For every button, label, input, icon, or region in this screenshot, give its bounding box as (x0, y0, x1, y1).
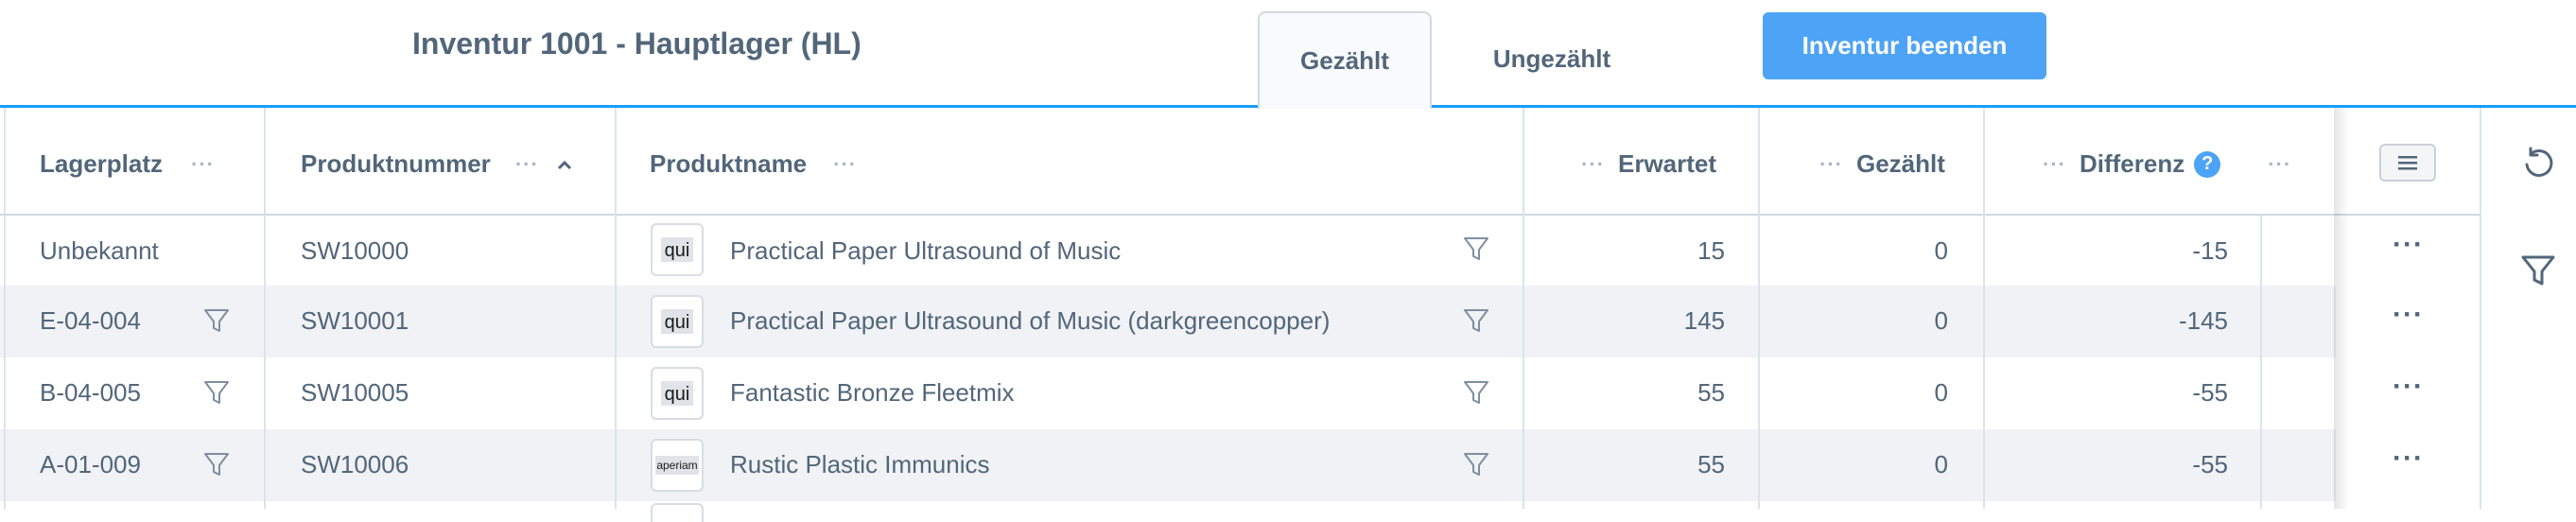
table-header-row: Lagerplatz ··· Produktnummer ··· Produkt… (0, 108, 2481, 216)
column-menu-icon[interactable]: ··· (515, 152, 539, 177)
column-label: Differenz (2079, 149, 2185, 178)
inventory-table: Lagerplatz ··· Produktnummer ··· Produkt… (0, 108, 2481, 522)
cell-differenz: -145 (2178, 306, 2228, 335)
column-label: Gezählt (1855, 149, 1945, 178)
column-menu-icon[interactable]: ··· (2043, 152, 2066, 177)
column-label: Produktnummer (301, 149, 491, 178)
cell-erwartet: 55 (1697, 450, 1725, 478)
refresh-icon[interactable] (2519, 146, 2557, 183)
filter-icon[interactable] (202, 378, 231, 407)
cell-erwartet: 55 (1697, 378, 1725, 407)
right-sidebar (2483, 108, 2576, 509)
cell-lagerplatz: A-01-009 (40, 450, 141, 478)
cell-gezaehlt: 0 (1934, 450, 1948, 478)
product-thumbnail: aperiam (651, 439, 704, 492)
thumbnail-text: qui (660, 237, 694, 262)
cell-erwartet: 15 (1697, 236, 1725, 265)
product-thumbnail: qui (651, 295, 704, 348)
cell-differenz: -15 (2192, 236, 2228, 265)
column-label: Erwartet (1617, 149, 1717, 178)
product-thumbnail (651, 503, 704, 522)
cell-lagerplatz: B-04-005 (40, 378, 141, 407)
cell-differenz: -55 (2192, 450, 2228, 478)
page-header: Inventur 1001 - Hauptlager (HL) Gezählt … (0, 0, 2576, 109)
column-menu-icon[interactable]: ··· (1581, 152, 1605, 177)
filter-icon[interactable] (1462, 235, 1490, 263)
column-divider (1758, 108, 1760, 509)
thumbnail-text: aperiam (655, 456, 699, 475)
column-divider (615, 108, 617, 509)
cell-produktname: Practical Paper Ultrasound of Music (dar… (730, 306, 1331, 335)
cell-produktnummer: SW10005 (301, 378, 409, 407)
column-menu-icon[interactable]: ··· (2268, 152, 2291, 177)
cell-differenz: -55 (2192, 378, 2228, 407)
column-divider (1983, 108, 1985, 509)
column-divider (1523, 108, 1524, 509)
column-divider (264, 108, 266, 509)
table-row[interactable]: Unbekannt SW10000 qui Practical Paper Ul… (0, 216, 2423, 286)
cell-lagerplatz: E-04-004 (40, 306, 141, 335)
cell-gezaehlt: 0 (1934, 236, 1948, 265)
sort-ascending-icon[interactable] (556, 158, 573, 171)
cell-produktname: Rustic Plastic Immunics (730, 450, 990, 478)
column-label: Lagerplatz (40, 149, 164, 178)
table-row[interactable]: B-04-005 SW10005 qui Fantastic Bronze Fl… (0, 357, 2423, 429)
product-thumbnail: qui (651, 367, 704, 420)
column-header-gezaehlt[interactable]: ··· Gezählt (1819, 149, 1945, 179)
cell-gezaehlt: 0 (1934, 378, 1948, 407)
tab-gezaehlt[interactable]: Gezählt (1258, 11, 1432, 109)
cell-gezaehlt: 0 (1934, 306, 1948, 335)
help-icon[interactable]: ? (2194, 150, 2221, 178)
column-settings-button[interactable] (2379, 144, 2436, 182)
column-divider (2260, 216, 2262, 509)
column-menu-icon[interactable]: ··· (1819, 152, 1843, 177)
column-menu-icon[interactable]: ··· (191, 152, 215, 177)
filter-icon[interactable] (1462, 306, 1490, 335)
cell-lagerplatz: Unbekannt (40, 236, 159, 265)
column-header-lagerplatz[interactable]: Lagerplatz ··· (40, 149, 215, 179)
filter-icon[interactable] (2519, 252, 2557, 289)
cell-produktnummer: SW10000 (301, 236, 409, 265)
finish-inventory-button[interactable]: Inventur beenden (1763, 12, 2046, 79)
cell-produktnummer: SW10001 (301, 306, 409, 335)
table-row[interactable]: E-04-004 SW10001 qui Practical Paper Ult… (0, 286, 2423, 357)
tab-ungezaehlt[interactable]: Ungezählt (1475, 11, 1628, 106)
thumbnail-text: qui (660, 309, 694, 334)
column-label: Produktname (650, 149, 808, 178)
cell-produktname: Fantastic Bronze Fleetmix (730, 378, 1015, 407)
filter-icon[interactable] (1462, 450, 1490, 478)
column-divider (4, 108, 6, 509)
product-thumbnail: qui (651, 223, 704, 276)
thumbnail-text: qui (660, 381, 694, 406)
cell-produktnummer: SW10006 (301, 450, 409, 478)
column-menu-icon[interactable]: ··· (833, 152, 857, 177)
page-title: Inventur 1001 - Hauptlager (HL) (412, 26, 862, 61)
table-row[interactable]: A-01-009 SW10006 aperiam Rustic Plastic … (0, 429, 2423, 501)
column-header-produktnummer[interactable]: Produktnummer ··· (301, 149, 573, 179)
filter-icon[interactable] (1462, 378, 1490, 407)
filter-icon[interactable] (202, 306, 231, 335)
column-header-produktname[interactable]: Produktname ··· (650, 149, 857, 179)
column-header-erwartet[interactable]: ··· Erwartet (1581, 149, 1716, 179)
hamburger-menu-icon (2398, 156, 2417, 170)
cell-erwartet: 145 (1683, 306, 1725, 335)
column-header-differenz[interactable]: ··· Differenz ? ··· (2043, 149, 2291, 179)
filter-icon[interactable] (202, 450, 231, 478)
cell-produktname: Practical Paper Ultrasound of Music (730, 236, 1122, 265)
